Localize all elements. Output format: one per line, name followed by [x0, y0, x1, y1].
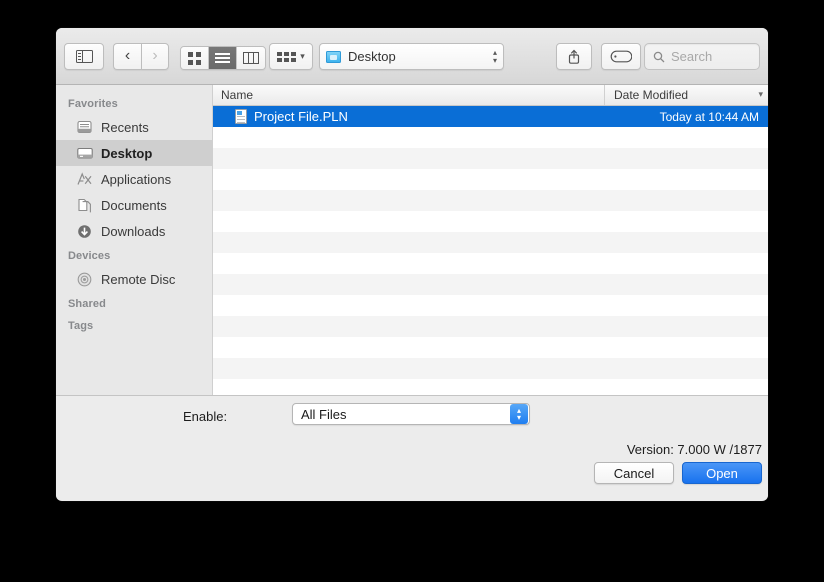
list-view-icon: [215, 51, 230, 65]
dialog-footer: Enable: All Files ▴ ▾ Version: 7.000 W /1…: [56, 395, 768, 500]
sidebar-item-documents[interactable]: Documents: [56, 192, 212, 218]
file-list-header: Name Date Modified ▾: [213, 85, 768, 106]
back-button[interactable]: ‹: [113, 43, 141, 70]
sidebar-toggle-button[interactable]: [64, 43, 104, 70]
tag-button[interactable]: [601, 43, 641, 70]
share-icon: [568, 49, 580, 64]
chevron-updown-icon: ▴ ▾: [492, 47, 497, 65]
enable-filter-popup[interactable]: All Files ▴ ▾: [292, 403, 530, 425]
view-as-list-button[interactable]: [209, 47, 237, 69]
file-name-label: Project File.PLN: [254, 109, 348, 124]
search-input[interactable]: Search: [644, 43, 760, 70]
file-date-cell: Today at 10:44 AM: [659, 109, 759, 124]
file-name-cell: Project File.PLN: [213, 109, 605, 124]
cancel-button[interactable]: Cancel: [594, 462, 674, 484]
remote-disc-icon: [76, 271, 93, 287]
forward-button[interactable]: ›: [141, 43, 169, 70]
search-placeholder: Search: [671, 49, 713, 64]
document-icon: [235, 109, 247, 124]
sidebar-group-title: Tags: [68, 320, 94, 332]
search-icon: [653, 51, 665, 62]
table-row-empty: [213, 253, 768, 274]
sidebar-item-label: Recents: [101, 119, 149, 135]
sidebar-item-desktop[interactable]: Desktop: [56, 140, 212, 166]
tag-icon: [610, 50, 632, 63]
table-row-empty: [213, 211, 768, 232]
view-mode-segmented-control[interactable]: [180, 46, 266, 70]
file-list[interactable]: Name Date Modified ▾ Project File.PLN To…: [213, 85, 768, 395]
applications-icon: [76, 171, 93, 187]
toolbar: ‹ › ▾ Desktop ▴ ▾ Search: [56, 28, 768, 85]
table-row-empty: [213, 169, 768, 190]
path-popup-button[interactable]: Desktop ▴ ▾: [319, 43, 504, 70]
recents-icon: [76, 119, 93, 135]
table-row-empty: [213, 274, 768, 295]
view-as-columns-button[interactable]: [237, 47, 265, 69]
table-row-empty: [213, 316, 768, 337]
desktop-icon: [76, 145, 93, 161]
folder-icon: [326, 50, 341, 63]
enable-filter-value: All Files: [301, 406, 347, 422]
table-row-empty: [213, 295, 768, 316]
sidebar-item-label: Applications: [101, 171, 172, 187]
open-file-dialog: ‹ › ▾ Desktop ▴ ▾ Search Favorites Recen…: [56, 28, 768, 501]
sidebar-item-downloads[interactable]: Downloads: [56, 218, 212, 244]
table-row-empty: [213, 190, 768, 211]
column-header-date-modified[interactable]: Date Modified ▾: [605, 85, 768, 105]
sidebar-item-applications[interactable]: Applications: [56, 166, 212, 192]
version-label: Version: 7.000 W /1877: [626, 442, 762, 457]
column-header-name[interactable]: Name: [213, 85, 605, 105]
table-row[interactable]: Project File.PLN Today at 10:44 AM: [213, 106, 768, 127]
documents-icon: [76, 197, 93, 213]
sidebar-group-title: Shared: [68, 298, 106, 310]
table-row-empty: [213, 379, 768, 395]
sidebar-item-label: Downloads: [101, 223, 166, 239]
sidebar-item-label: Desktop: [101, 145, 153, 161]
dialog-body: Favorites Recents Desktop Applications D…: [56, 85, 768, 395]
sidebar-group-title: Devices: [68, 250, 111, 262]
table-row-empty: [213, 232, 768, 253]
arrange-grid-icon: [277, 51, 297, 62]
sidebar-item-remote-disc[interactable]: Remote Disc: [56, 266, 212, 292]
table-row-empty: [213, 358, 768, 379]
path-popup-label: Desktop: [348, 49, 396, 64]
table-row-empty: [213, 337, 768, 358]
open-button[interactable]: Open: [682, 462, 762, 484]
view-as-icons-button[interactable]: [181, 47, 209, 69]
chevron-right-icon: ›: [152, 46, 158, 64]
table-row-empty: [213, 127, 768, 148]
sidebar-group-title: Favorites: [68, 98, 118, 110]
icon-view-icon: [188, 51, 201, 65]
sidebar: Favorites Recents Desktop Applications D…: [56, 85, 213, 395]
share-button[interactable]: [556, 43, 592, 70]
enable-label: Enable:: [183, 409, 228, 424]
sidebar-item-label: Remote Disc: [101, 271, 176, 287]
chevron-down-icon: ▾: [300, 51, 305, 61]
chevron-left-icon: ‹: [124, 46, 131, 64]
sidebar-toggle-icon: [75, 50, 93, 63]
table-row-empty: [213, 148, 768, 169]
sort-chevron-icon: ▾: [758, 89, 763, 99]
sidebar-item-recents[interactable]: Recents: [56, 114, 212, 140]
column-header-date-label: Date Modified: [614, 88, 689, 102]
column-view-icon: [243, 52, 259, 64]
sidebar-item-label: Documents: [101, 197, 167, 213]
arrange-by-button[interactable]: ▾: [269, 43, 313, 70]
downloads-icon: [76, 223, 93, 239]
stepper-chevrons-icon[interactable]: ▴ ▾: [510, 404, 528, 424]
